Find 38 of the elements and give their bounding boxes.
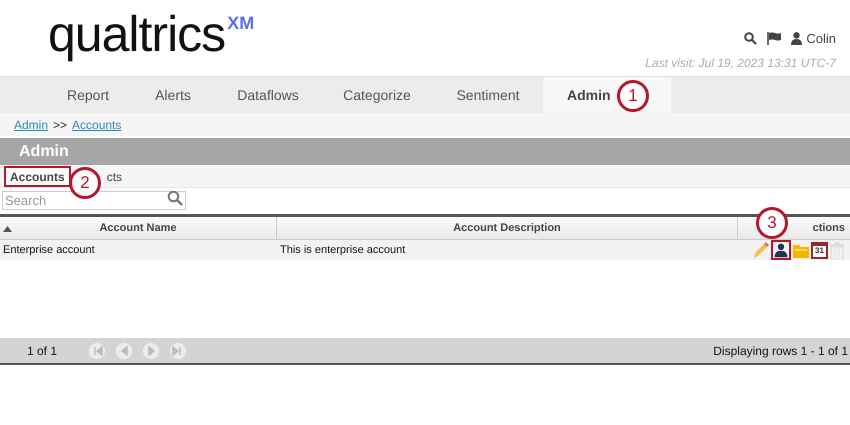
nav-tab[interactable]: Alerts (131, 77, 215, 113)
folder-icon[interactable] (793, 242, 809, 258)
user-icon (791, 32, 802, 46)
breadcrumb-link[interactable]: Accounts (72, 116, 122, 134)
page-count: 1 of 1 (27, 342, 58, 360)
column-header[interactable]: ctions (812, 220, 845, 236)
table-cell-text: This is enterprise account (279, 242, 406, 258)
nav-tab[interactable]: Dataflows (226, 77, 310, 113)
nav-tab[interactable]: Report (46, 77, 130, 113)
section-header: Admin (0, 138, 850, 165)
flag-icon[interactable] (767, 32, 782, 46)
next-page-icon[interactable] (143, 342, 160, 358)
last-page-icon[interactable] (170, 342, 186, 358)
breadcrumb-separator: >> (53, 116, 68, 134)
callout-number: 3 (756, 207, 788, 239)
first-page-icon[interactable] (89, 342, 106, 358)
last-visit: Last visit: Jul 19, 2023 13:31 UTC-7 (645, 54, 836, 72)
row-count: Displaying rows 1 - 1 of 1 (713, 342, 848, 360)
sort-ascending-icon (3, 226, 12, 232)
search-icon[interactable] (167, 190, 183, 206)
nav-tab[interactable]: Categorize (335, 77, 419, 113)
sub-tab[interactable]: Accounts (4, 166, 71, 187)
sub-tab[interactable]: cts (106, 166, 122, 187)
table-cell-text: Enterprise account (2, 242, 96, 258)
column-header[interactable]: Account Description (453, 220, 561, 236)
callout-number: 2 (69, 167, 101, 199)
user-name[interactable]: Colin (806, 29, 836, 48)
column-header[interactable]: Account Name (99, 220, 177, 236)
logo: qualtrics (48, 5, 226, 64)
previous-page-icon[interactable] (116, 342, 132, 358)
trash-icon[interactable] (830, 242, 844, 258)
search-icon[interactable] (744, 32, 758, 46)
search-field[interactable]: Search (2, 191, 186, 210)
calendar-icon[interactable]: 31 (811, 242, 828, 258)
logo-mark: XM (227, 12, 254, 35)
breadcrumb-link[interactable]: Admin (14, 116, 48, 134)
user-icon[interactable] (771, 240, 791, 260)
nav-tab[interactable]: Sentiment (446, 77, 530, 113)
